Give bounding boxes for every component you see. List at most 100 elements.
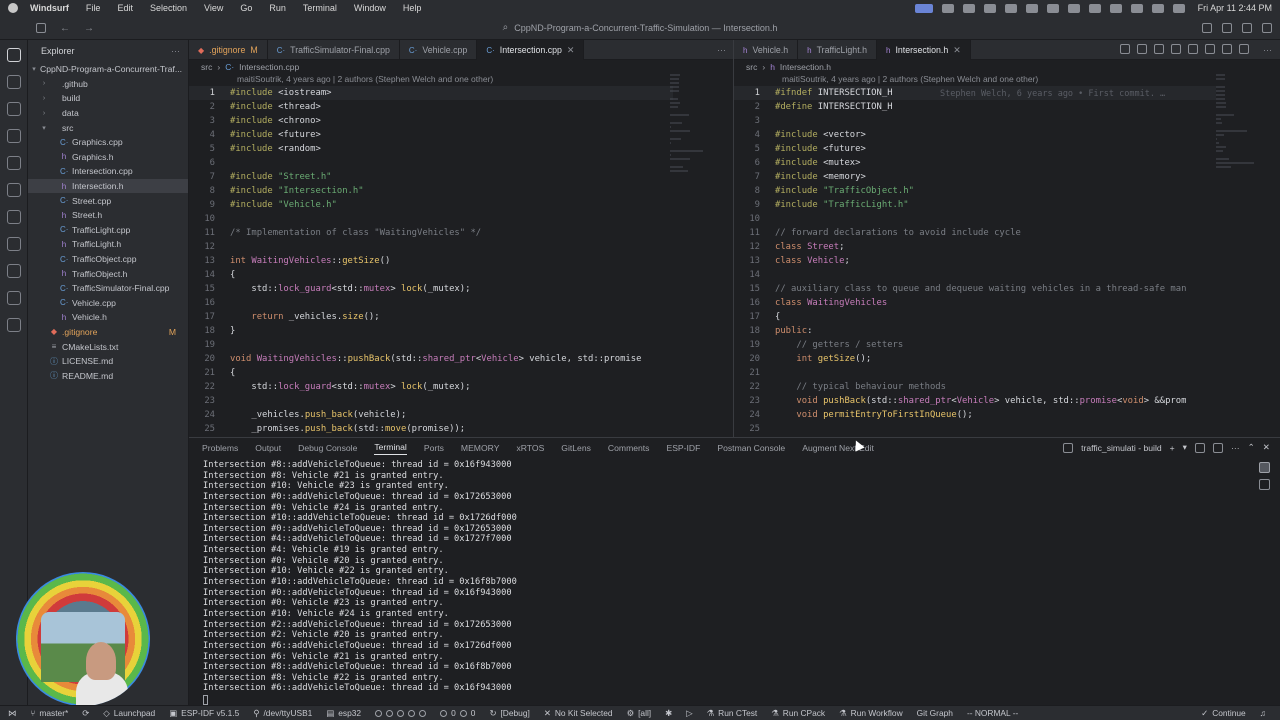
cmake-kit[interactable]: ✕ No Kit Selected	[544, 708, 613, 718]
extensions-icon[interactable]	[7, 129, 21, 143]
file-tree-item[interactable]: h TrafficObject.h	[28, 266, 188, 281]
control-center-icon[interactable]	[1172, 3, 1185, 13]
panel-tab[interactable]: MEMORY	[461, 443, 500, 453]
new-terminal-icon[interactable]: +	[1170, 443, 1175, 453]
esp-idf-version[interactable]: ▣ ESP-IDF v5.1.5	[169, 708, 239, 718]
panel-tab[interactable]: GitLens	[561, 443, 591, 453]
file-tree-item[interactable]: › .github	[28, 77, 188, 92]
remote-explorer-icon[interactable]	[7, 183, 21, 197]
menu-view[interactable]: View	[204, 3, 223, 13]
workspace-root[interactable]: ▾ CppND-Program-a-Concurrent-Traf...	[28, 62, 188, 77]
panel-tab[interactable]: Output	[255, 443, 281, 453]
menu-file[interactable]: File	[86, 3, 101, 13]
terminal-instance-icon[interactable]	[1259, 462, 1270, 473]
problems-count[interactable]: 00	[440, 708, 475, 718]
panel-tab[interactable]: Debug Console	[298, 443, 357, 453]
more-actions-icon[interactable]: ···	[717, 45, 726, 55]
more-actions-icon[interactable]: ···	[171, 46, 180, 56]
run-debug-icon[interactable]	[7, 156, 21, 170]
close-panel-icon[interactable]: ✕	[1263, 442, 1270, 453]
timeline-icon[interactable]	[1137, 44, 1147, 54]
panel-tab[interactable]: Postman Console	[717, 443, 785, 453]
sidebar-toggle-icon[interactable]	[36, 23, 46, 33]
testing-icon[interactable]	[7, 210, 21, 224]
stats-icon[interactable]	[962, 3, 975, 13]
file-tree-item[interactable]: ▾ src	[28, 120, 188, 135]
forward-arrow-icon[interactable]: →	[84, 23, 94, 34]
close-icon[interactable]: ✕	[567, 45, 574, 56]
panel-tab[interactable]: Problems	[202, 443, 238, 453]
file-tree-item[interactable]: h Graphics.h	[28, 150, 188, 165]
esp-idf-icon[interactable]	[7, 264, 21, 278]
back-icon[interactable]	[1188, 44, 1198, 54]
menubar-clock[interactable]: Fri Apr 11 2:44 PM	[1198, 3, 1272, 13]
camera-icon[interactable]	[1088, 3, 1101, 13]
editor-tab[interactable]: h TrafficLight.h	[798, 40, 877, 60]
continue-button[interactable]: ✓ Continue	[1201, 708, 1246, 718]
screen-record-icon[interactable]	[914, 3, 933, 13]
file-tree-item[interactable]: C· Street.cpp	[28, 193, 188, 208]
augment-icon[interactable]	[7, 318, 21, 332]
layout-secondary-icon[interactable]	[1242, 23, 1252, 33]
apple-icon[interactable]	[8, 3, 18, 13]
terminal-output[interactable]: Intersection #8::addVehicleToQueue: thre…	[203, 460, 1243, 706]
forward-icon[interactable]	[1205, 44, 1215, 54]
git-branch[interactable]: ⑂ master*	[30, 708, 68, 718]
chat-icon[interactable]	[1046, 3, 1059, 13]
menu-app[interactable]: Windsurf	[30, 3, 69, 13]
run-button[interactable]: ▷	[686, 708, 692, 718]
editor-tab[interactable]: h Intersection.h ✕	[876, 40, 971, 60]
more-actions-icon[interactable]: ···	[1263, 45, 1272, 55]
explorer-icon[interactable]	[7, 48, 21, 62]
file-tree-item[interactable]: ≡ CMakeLists.txt	[28, 339, 188, 354]
split-terminal-icon[interactable]	[1195, 442, 1205, 453]
cloud-icon[interactable]	[1025, 3, 1038, 13]
cmake-build[interactable]: ⚙ [all]	[627, 708, 652, 718]
layout-panel-icon[interactable]	[1222, 23, 1232, 33]
editor-tab[interactable]: h Vehicle.h	[734, 40, 799, 60]
breadcrumb-file[interactable]: Intersection.cpp	[239, 62, 299, 72]
file-tree-item[interactable]: h TrafficLight.h	[28, 237, 188, 252]
file-tree-item[interactable]: C· TrafficObject.cpp	[28, 252, 188, 267]
remote-indicator[interactable]: ⋈	[8, 708, 16, 718]
breadcrumb-folder[interactable]: src	[201, 62, 212, 72]
file-tree-item[interactable]: › build	[28, 91, 188, 106]
right-minimap[interactable]	[1216, 74, 1256, 429]
left-code-editor[interactable]: 1 #include <iostream> 2 #include <thread> 3 #…	[189, 86, 673, 436]
battery-icon[interactable]	[1109, 3, 1122, 13]
cmake-icon[interactable]	[7, 237, 21, 251]
run-cpack[interactable]: ⚗ Run CPack	[771, 708, 825, 718]
menu-run[interactable]: Run	[269, 3, 286, 13]
esp-port[interactable]: ⚲/dev/ttyUSB1	[253, 708, 312, 718]
editor-tab[interactable]: ◆ .gitignore M	[189, 40, 268, 60]
menu-window[interactable]: Window	[354, 3, 386, 13]
apps-icon[interactable]	[1067, 3, 1080, 13]
gitlens-icon[interactable]	[1154, 44, 1164, 54]
file-tree-item[interactable]: › data	[28, 106, 188, 121]
panel-tab[interactable]: Ports	[424, 443, 444, 453]
customize-layout-icon[interactable]	[1262, 23, 1272, 33]
file-tree-item[interactable]: h Vehicle.h	[28, 310, 188, 325]
compare-icon[interactable]	[1120, 44, 1130, 54]
more-icon[interactable]	[1239, 44, 1249, 54]
launchpad[interactable]: ◇ Launchpad	[103, 708, 155, 718]
esp-target[interactable]: ▤ esp32	[326, 708, 361, 718]
file-tree-item[interactable]: h Intersection.h	[28, 178, 188, 194]
search-icon[interactable]	[1151, 3, 1164, 13]
right-code-editor[interactable]: 1 #ifndef INTERSECTION_H 2 #define INTERSEC…	[734, 86, 1216, 436]
breadcrumb-folder[interactable]: src	[746, 62, 757, 72]
file-tree-item[interactable]: C· TrafficSimulator-Final.cpp	[28, 281, 188, 296]
file-tree-item[interactable]: C· Vehicle.cpp	[28, 296, 188, 311]
run-ctest[interactable]: ⚗ Run CTest	[707, 708, 758, 718]
more-icon[interactable]: ···	[1231, 443, 1240, 453]
editor-tab[interactable]: C· Vehicle.cpp	[400, 40, 478, 60]
debug-button[interactable]: ✱	[665, 708, 672, 718]
file-tree-item[interactable]: ⓘ README.md	[28, 368, 188, 383]
notifications-icon[interactable]: ♫	[1260, 708, 1266, 718]
file-tree-item[interactable]: ◆ .gitignore M	[28, 325, 188, 340]
back-arrow-icon[interactable]: ←	[60, 23, 70, 34]
file-tree-item[interactable]: ⓘ LICENSE.md	[28, 354, 188, 369]
panel-tab[interactable]: ESP-IDF	[666, 443, 700, 453]
editor-tab[interactable]: C· Intersection.cpp ✕	[477, 40, 585, 60]
terminal-name[interactable]: traffic_simulati - build	[1081, 443, 1162, 453]
